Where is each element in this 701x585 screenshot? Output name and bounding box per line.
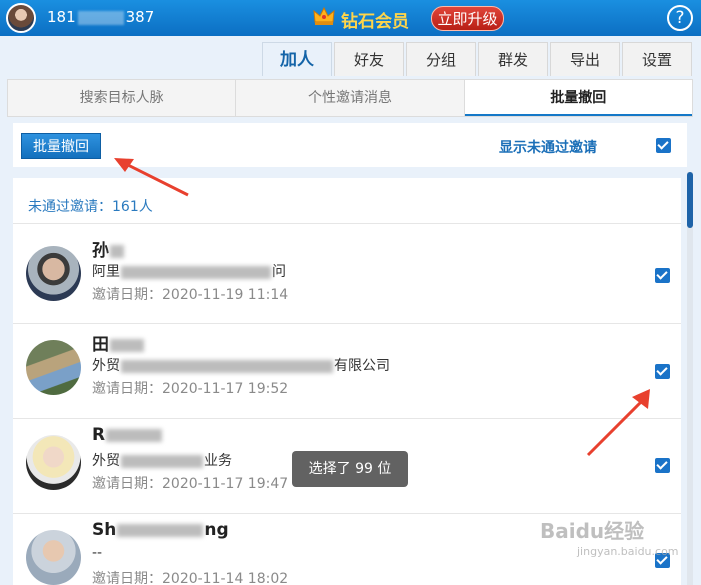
annotation-arrow-icon xyxy=(586,389,650,457)
subtab-search-contacts[interactable]: 搜索目标人脉 xyxy=(8,80,237,116)
selection-toast: 选择了 99 位 xyxy=(292,451,408,487)
contact-photo xyxy=(26,340,81,395)
list-item[interactable]: 孙 阿里问 邀请日期：2020-11-19 11:14 xyxy=(13,230,681,324)
show-pending-link[interactable]: 显示未通过邀请 xyxy=(499,137,597,157)
item-checkbox[interactable] xyxy=(655,458,670,473)
item-checkbox[interactable] xyxy=(655,364,670,379)
invite-date: 邀请日期：2020-11-17 19:52 xyxy=(92,381,289,397)
invite-date: 邀请日期：2020-11-19 11:14 xyxy=(92,287,289,303)
account-phone: 181 387 xyxy=(47,8,154,26)
invite-date: 邀请日期：2020-11-14 18:02 xyxy=(92,571,289,585)
contact-company: -- xyxy=(92,545,103,561)
tab-broadcast[interactable]: 群发 xyxy=(478,42,548,76)
divider xyxy=(13,223,681,224)
show-pending-checkbox[interactable] xyxy=(656,138,671,153)
tab-settings[interactable]: 设置 xyxy=(622,42,692,76)
help-icon[interactable]: ? xyxy=(667,5,693,31)
top-bar: 181 387 钻石会员 立即升级 ? xyxy=(0,0,701,36)
batch-withdraw-button[interactable]: 批量撤回 xyxy=(21,133,101,159)
contact-name: Sh ng xyxy=(92,520,229,540)
upgrade-button[interactable]: 立即升级 xyxy=(431,6,504,31)
main-tabs: 加人 好友 分组 群发 导出 设置 xyxy=(262,42,694,76)
annotation-arrow-icon xyxy=(114,158,189,197)
item-checkbox[interactable] xyxy=(655,268,670,283)
tab-friends[interactable]: 好友 xyxy=(334,42,404,76)
subtab-batch-withdraw[interactable]: 批量撤回 xyxy=(464,80,692,116)
watermark-sub: jingyan.baidu.com xyxy=(577,545,679,558)
tab-export[interactable]: 导出 xyxy=(550,42,620,76)
contact-name: 田 xyxy=(92,330,145,355)
tab-add-people[interactable]: 加人 xyxy=(262,42,332,76)
invite-date: 邀请日期：2020-11-17 19:47 xyxy=(92,476,289,492)
list-item[interactable]: 田 外贸 有限公司 邀请日期：2020-11-17 19:52 xyxy=(13,324,681,418)
subtab-invite-message[interactable]: 个性邀请消息 xyxy=(236,80,465,116)
phone-prefix: 181 xyxy=(47,8,76,26)
contact-company: 外贸 有限公司 xyxy=(92,358,390,374)
watermark: Baidu经验 xyxy=(540,519,645,543)
contact-photo xyxy=(26,246,81,301)
phone-mask xyxy=(77,10,124,25)
contact-photo xyxy=(26,530,81,585)
contact-company: 阿里问 xyxy=(92,264,286,280)
contact-name: 孙 xyxy=(92,236,125,261)
sub-tabs: 搜索目标人脉 个性邀请消息 批量撤回 xyxy=(7,79,693,117)
crown-icon xyxy=(313,6,335,25)
tab-groups[interactable]: 分组 xyxy=(406,42,476,76)
scroll-thumb[interactable] xyxy=(687,172,693,228)
phone-suffix: 387 xyxy=(125,8,155,26)
list-scrollbar[interactable] xyxy=(687,172,693,585)
contact-name: R xyxy=(92,425,163,445)
vip-label: 钻石会员 xyxy=(341,12,409,32)
contact-photo xyxy=(26,435,81,490)
contact-company: 外贸 业务 xyxy=(92,453,232,469)
user-avatar[interactable] xyxy=(6,3,36,33)
